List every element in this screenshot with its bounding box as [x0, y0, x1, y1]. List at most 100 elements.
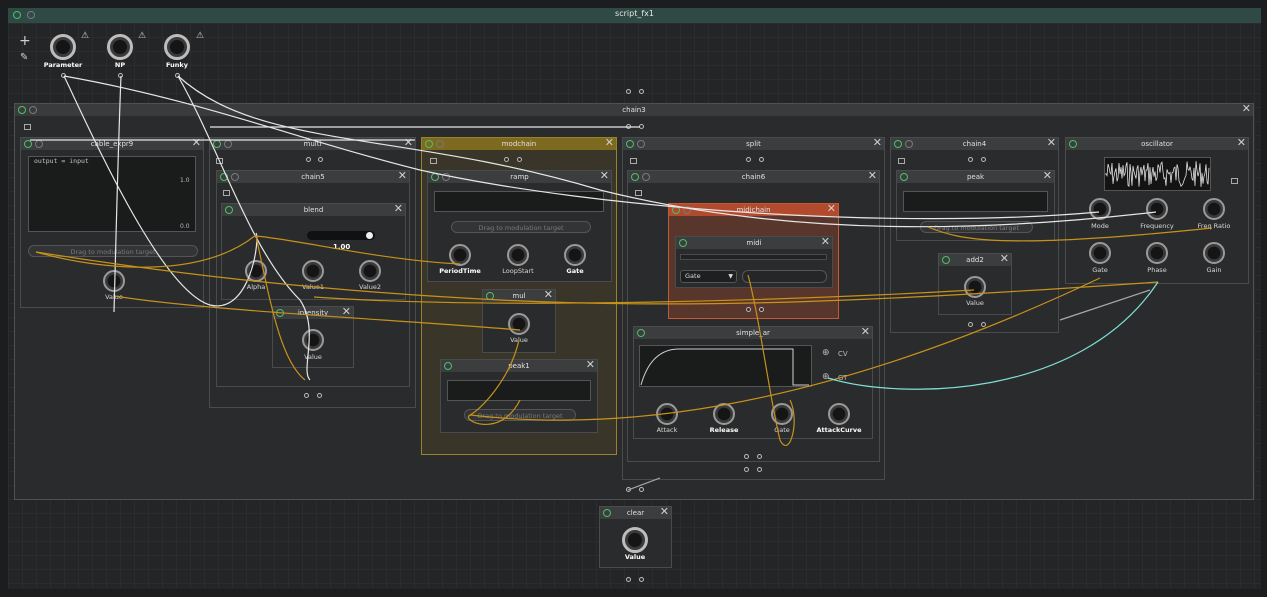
popout-icon[interactable]: [630, 158, 637, 164]
close-icon[interactable]: ✕: [873, 137, 882, 149]
parameter-knob[interactable]: [50, 34, 76, 60]
add-icon[interactable]: +: [19, 33, 31, 49]
np-port[interactable]: [118, 73, 123, 78]
close-icon[interactable]: ✕: [660, 506, 669, 518]
value-knob[interactable]: [964, 276, 986, 298]
close-icon[interactable]: ✕: [192, 137, 201, 149]
output-port[interactable]: [757, 467, 762, 472]
slider-handle[interactable]: [366, 232, 373, 239]
value-knob[interactable]: [103, 270, 125, 292]
funky-port[interactable]: [175, 73, 180, 78]
popout-icon[interactable]: [1231, 178, 1238, 184]
add-icon[interactable]: ⊕: [822, 348, 830, 358]
blend-slider[interactable]: [307, 231, 375, 240]
close-icon[interactable]: ✕: [586, 359, 595, 371]
freq-ratio-knob[interactable]: [1203, 198, 1225, 220]
popout-icon[interactable]: [216, 158, 223, 164]
close-icon[interactable]: ✕: [821, 236, 830, 248]
value-knob[interactable]: [302, 329, 324, 351]
drag-modulation-target[interactable]: Drag to modulation target: [464, 409, 576, 421]
close-icon[interactable]: ✕: [600, 170, 609, 182]
close-icon[interactable]: ✕: [868, 170, 877, 182]
output-port[interactable]: [744, 467, 749, 472]
gain-knob[interactable]: [1203, 242, 1225, 264]
phase-knob[interactable]: [1146, 242, 1168, 264]
chain3-port[interactable]: [639, 124, 644, 129]
output-port[interactable]: [317, 393, 322, 398]
output-port[interactable]: [744, 454, 749, 459]
chain4-port[interactable]: [968, 157, 973, 162]
popout-icon[interactable]: [24, 124, 31, 130]
mode-knob[interactable]: [1089, 198, 1111, 220]
modchain-port[interactable]: [504, 157, 509, 162]
parameter-port[interactable]: [61, 73, 66, 78]
drag-modulation-target[interactable]: Drag to modulation target: [920, 221, 1033, 233]
midi-mode-select[interactable]: Gate ▼: [680, 270, 737, 283]
value2-knob[interactable]: [359, 260, 381, 282]
chain5-title: chain5: [301, 173, 325, 181]
funky-knob[interactable]: [164, 34, 190, 60]
close-icon[interactable]: ✕: [394, 203, 403, 215]
value-knob[interactable]: [622, 527, 648, 553]
close-icon[interactable]: ✕: [1043, 170, 1052, 182]
frequency-knob[interactable]: [1146, 198, 1168, 220]
value1-knob[interactable]: [302, 260, 324, 282]
output-port[interactable]: [304, 393, 309, 398]
chain3-port[interactable]: [626, 124, 631, 129]
alpha-knob[interactable]: [245, 260, 267, 282]
attackcurve-knob[interactable]: [828, 403, 850, 425]
multi-port[interactable]: [318, 157, 323, 162]
popout-icon[interactable]: [898, 158, 905, 164]
popout-icon[interactable]: [430, 158, 437, 164]
midichain-port[interactable]: [759, 307, 764, 312]
output-port[interactable]: [981, 322, 986, 327]
value-label: Value: [510, 336, 528, 344]
close-icon[interactable]: ✕: [544, 289, 553, 301]
drag-modulation-target[interactable]: Drag to modulation target: [451, 221, 591, 233]
output-port[interactable]: [626, 577, 631, 582]
output-port[interactable]: [757, 454, 762, 459]
close-icon[interactable]: ✕: [404, 137, 413, 149]
expression-editor[interactable]: [28, 156, 196, 232]
close-icon[interactable]: ✕: [1242, 103, 1251, 115]
value-knob[interactable]: [508, 313, 530, 335]
chain4-port[interactable]: [981, 157, 986, 162]
chain6-title: chain6: [741, 173, 766, 181]
close-icon[interactable]: ✕: [1237, 137, 1246, 149]
expression-code[interactable]: output = input: [34, 157, 89, 165]
chevron-down-icon: ▼: [728, 273, 733, 280]
np-knob[interactable]: [107, 34, 133, 60]
blend-title: blend: [303, 206, 324, 214]
close-icon[interactable]: ✕: [861, 326, 870, 338]
input-port[interactable]: [626, 89, 631, 94]
drag-modulation-target[interactable]: Drag to modulation target: [28, 245, 198, 257]
midi-value-field[interactable]: [742, 270, 827, 283]
input-port[interactable]: [639, 89, 644, 94]
close-icon[interactable]: ✕: [1000, 253, 1009, 265]
chain3-output-port[interactable]: [639, 487, 644, 492]
periodtime-knob[interactable]: [449, 244, 471, 266]
loopstart-knob[interactable]: [507, 244, 529, 266]
split-port[interactable]: [746, 157, 751, 162]
popout-icon[interactable]: [223, 190, 230, 196]
release-knob[interactable]: [713, 403, 735, 425]
close-icon[interactable]: ✕: [398, 170, 407, 182]
output-port[interactable]: [639, 577, 644, 582]
output-port[interactable]: [968, 322, 973, 327]
midichain-port[interactable]: [746, 307, 751, 312]
gate-knob[interactable]: [564, 244, 586, 266]
close-icon[interactable]: ✕: [1047, 137, 1056, 149]
add-icon[interactable]: ⊕: [822, 372, 830, 382]
close-icon[interactable]: ✕: [342, 306, 351, 318]
split-port[interactable]: [759, 157, 764, 162]
multi-port[interactable]: [306, 157, 311, 162]
chain3-output-port[interactable]: [626, 487, 631, 492]
close-icon[interactable]: ✕: [605, 137, 614, 149]
pencil-icon[interactable]: ✎: [20, 52, 28, 63]
gate-knob[interactable]: [1089, 242, 1111, 264]
modchain-port[interactable]: [517, 157, 522, 162]
popout-icon[interactable]: [635, 190, 642, 196]
gate-knob[interactable]: [771, 403, 793, 425]
attack-knob[interactable]: [656, 403, 678, 425]
close-icon[interactable]: ✕: [827, 203, 836, 215]
